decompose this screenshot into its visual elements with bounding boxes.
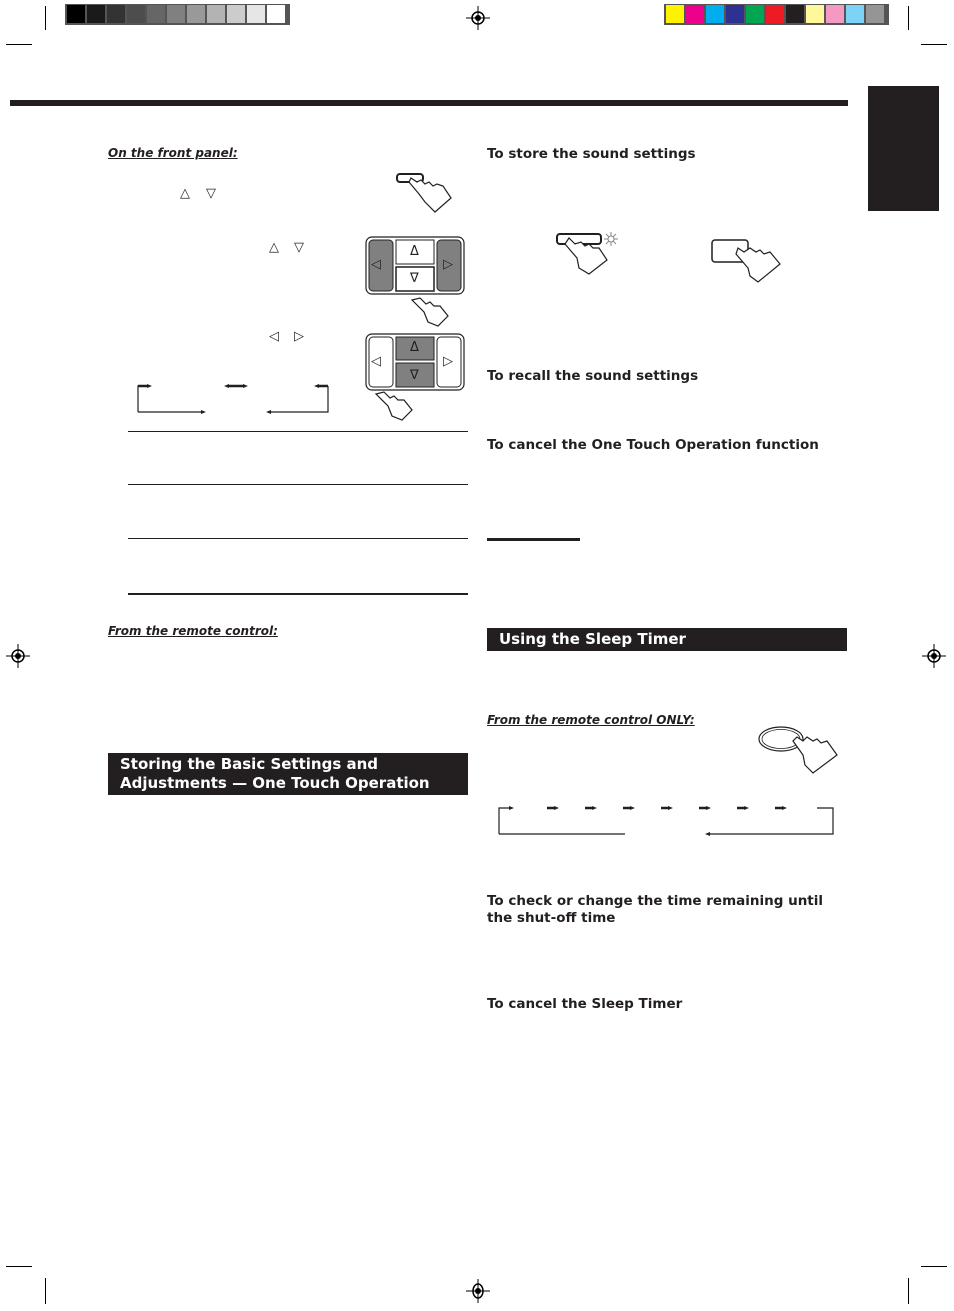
color-calibration-bar	[664, 4, 889, 25]
gray-swatch	[167, 5, 185, 23]
up-arrow-icon: △	[180, 186, 190, 201]
banner-line-1: Storing the Basic Settings and	[120, 755, 379, 773]
color-swatch	[866, 5, 884, 23]
table-rule	[128, 431, 468, 432]
cursor-up-icon: Δ	[410, 244, 419, 259]
color-swatch	[746, 5, 764, 23]
gray-swatch	[267, 5, 285, 23]
arrow-head	[705, 832, 710, 836]
arrow-head	[782, 806, 787, 810]
cancel-sleep-timer-heading: To cancel the Sleep Timer	[487, 996, 683, 1012]
sleep-timer-section-banner: Using the Sleep Timer	[487, 628, 847, 651]
banner-line-2: Adjustments — One Touch Operation	[120, 774, 430, 792]
color-swatch	[686, 5, 704, 23]
gray-swatch	[67, 5, 85, 23]
crop-mark	[45, 1278, 46, 1304]
arrow-head	[630, 806, 635, 810]
table-rule	[128, 593, 468, 595]
cycle-loop-line	[709, 807, 834, 835]
gray-swatch	[127, 5, 145, 23]
registration-mark-icon	[6, 644, 30, 668]
check-time-remaining-heading: To check or change the time remaining un…	[487, 893, 824, 926]
store-sound-settings-heading: To store the sound settings	[487, 146, 696, 162]
gray-swatch	[87, 5, 105, 23]
cancel-one-touch-heading: To cancel the One Touch Operation functi…	[487, 437, 819, 453]
color-swatch	[766, 5, 784, 23]
color-swatch	[806, 5, 824, 23]
cursor-right-icon: ▷	[443, 257, 453, 272]
gray-swatch	[187, 5, 205, 23]
hand-press-lit-button-icon	[556, 232, 618, 275]
cursor-down-icon: ∇	[410, 368, 419, 383]
right-arrow-icon: ▷	[294, 329, 304, 344]
header-rule	[10, 100, 848, 106]
notes-rule	[487, 538, 580, 541]
crop-mark	[45, 6, 46, 30]
up-arrow-icon: △	[269, 240, 279, 255]
gray-swatch	[247, 5, 265, 23]
arrow-head	[592, 806, 597, 810]
left-arrow-icon: ◁	[269, 329, 279, 344]
sleep-timer-cycle-diagram	[498, 806, 834, 836]
down-arrow-icon: ▽	[206, 186, 216, 201]
gray-swatch	[207, 5, 225, 23]
mode-cycle-diagram	[137, 384, 329, 414]
gray-swatch	[147, 5, 165, 23]
arrow-head	[554, 806, 559, 810]
cursor-left-icon: ◁	[371, 354, 381, 369]
color-swatch	[826, 5, 844, 23]
hand-pointer-icon	[374, 391, 413, 421]
hand-press-button-icon	[396, 173, 452, 213]
crop-mark	[6, 44, 32, 45]
crop-mark	[908, 1278, 909, 1304]
color-swatch	[846, 5, 864, 23]
color-swatch	[706, 5, 724, 23]
gray-swatch	[227, 5, 245, 23]
crop-mark	[921, 44, 947, 45]
hand-press-round-button-icon	[758, 726, 838, 774]
registration-mark-icon	[922, 644, 946, 668]
cursor-right-icon: ▷	[443, 354, 453, 369]
crop-mark	[6, 1266, 32, 1267]
table-rule	[128, 538, 468, 539]
cycle-loop-line	[498, 807, 511, 834]
arrow-head	[744, 806, 749, 810]
cursor-down-icon: ∇	[410, 271, 419, 286]
remote-only-heading: From the remote control ONLY:	[487, 713, 695, 727]
arrow-head	[706, 806, 711, 810]
crop-mark	[921, 1266, 947, 1267]
color-swatch	[786, 5, 804, 23]
down-arrow-icon: ▽	[294, 240, 304, 255]
remote-control-heading: From the remote control:	[108, 624, 278, 638]
hand-press-button-icon	[711, 239, 781, 283]
one-touch-section-banner: Storing the Basic Settings and Adjustmen…	[108, 753, 468, 795]
hand-pointer-icon	[410, 297, 449, 327]
language-tab	[868, 86, 939, 211]
color-swatch	[666, 5, 684, 23]
arrow-head	[668, 806, 673, 810]
front-panel-heading: On the front panel:	[108, 146, 238, 160]
grayscale-calibration-bar	[65, 4, 290, 25]
registration-mark-icon	[466, 6, 490, 30]
gray-swatch	[107, 5, 125, 23]
color-swatch	[726, 5, 744, 23]
cursor-up-icon: Δ	[410, 340, 419, 355]
arrow-head	[509, 806, 514, 810]
crop-mark	[908, 6, 909, 30]
table-rule	[128, 484, 468, 485]
recall-sound-settings-heading: To recall the sound settings	[487, 368, 699, 384]
cursor-left-icon: ◁	[371, 257, 381, 272]
registration-mark-icon	[466, 1279, 490, 1303]
